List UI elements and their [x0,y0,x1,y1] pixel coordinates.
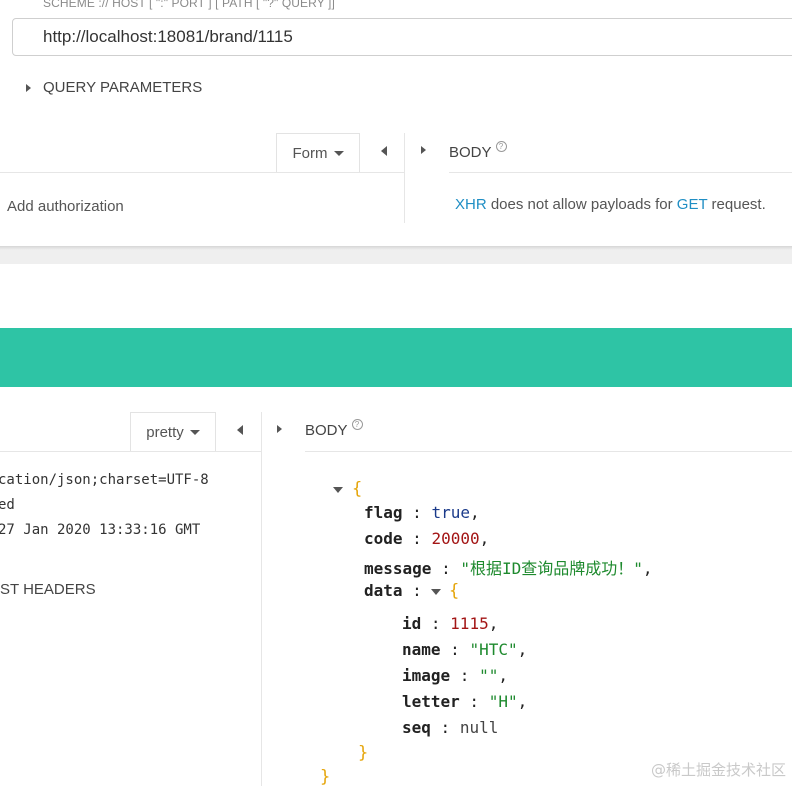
xhr-link[interactable]: XHR [455,196,487,213]
message-text: does not allow payloads for [486,196,677,213]
json-open-brace: { [352,479,363,499]
json-line-code: code : 20000, [364,529,490,548]
json-open-brace: { [449,581,460,601]
collapse-object-icon[interactable] [431,589,441,595]
request-body-label: BODY? [449,141,507,161]
json-value-number: 20000 [431,529,480,548]
json-line-image: image : "", [402,666,508,685]
divider [0,172,405,173]
response-header-content-type: cation/json;charset=UTF-8 [0,472,209,488]
help-icon[interactable]: ? [495,141,507,152]
collapse-left-icon[interactable] [237,425,243,435]
response-body-title: BODY [305,422,348,439]
add-authorization[interactable]: Add authorization [7,198,124,215]
response-format-label: pretty [146,424,184,441]
chevron-down-icon [333,151,344,156]
panel-divider [261,412,262,786]
response-status-bar [0,328,792,387]
json-key: flag [364,503,403,522]
json-value-string: "" [479,666,499,685]
divider [0,451,262,452]
request-format-dropdown[interactable]: Form [276,133,360,173]
url-format-hint: SCHEME :// HOST [ ":" PORT ] [ PATH [ "?… [43,0,335,10]
expand-body-icon[interactable] [277,425,282,433]
json-key: data [364,581,403,600]
divider [449,172,792,173]
panel-divider [404,133,405,223]
json-line-name: name : "HTC", [402,640,528,659]
collapse-left-icon[interactable] [381,146,387,156]
json-value-bool: true [431,503,470,522]
chevron-down-icon [189,430,200,435]
json-line-data: data : [364,581,422,600]
message-text-end: request. [707,196,766,213]
collapse-object-icon[interactable] [333,487,343,493]
expand-body-icon[interactable] [421,146,426,154]
response-body-label: BODY? [305,419,363,439]
expand-query-parameters-icon[interactable] [26,84,31,92]
response-header-date: 27 Jan 2020 13:33:16 GMT [0,522,201,538]
json-key: code [364,529,403,548]
json-line-flag: flag : true, [364,503,480,522]
response-format-dropdown[interactable]: pretty [130,412,216,452]
json-line-id: id : 1115, [402,614,499,633]
query-parameters-toggle[interactable]: QUERY PARAMETERS [43,79,202,96]
json-value-number: 1115 [450,614,489,633]
json-close-brace: } [358,743,369,763]
watermark: @稀土掘金技术社区 [650,761,786,779]
json-value-string: "根据ID查询品牌成功！" [460,559,643,578]
url-value[interactable]: http://localhost:18081/brand/1115 [43,27,293,47]
request-headers-toggle[interactable]: ST HEADERS [0,581,96,598]
json-line-letter: letter : "H", [402,692,528,711]
json-key: message [364,559,432,578]
json-key: letter [402,692,460,711]
json-key: id [402,614,422,633]
json-line-seq: seq : null [402,718,499,737]
json-key: seq [402,718,431,737]
request-body-title: BODY [449,144,492,161]
help-icon[interactable]: ? [351,419,363,430]
body-not-allowed-message: XHR does not allow payloads for GET requ… [455,196,766,213]
get-method-link[interactable]: GET [677,196,708,213]
json-value-string: "H" [488,692,518,711]
section-gap [0,250,792,264]
divider [305,451,792,452]
request-format-label: Form [292,145,328,162]
json-key: name [402,640,441,659]
response-header-transfer: ed [0,497,15,513]
json-line-message: message : "根据ID查询品牌成功！", [364,559,653,578]
json-value-string: "HTC" [469,640,518,659]
json-value-null: null [459,718,499,737]
json-key: image [402,666,451,685]
json-close-brace: } [320,767,331,786]
